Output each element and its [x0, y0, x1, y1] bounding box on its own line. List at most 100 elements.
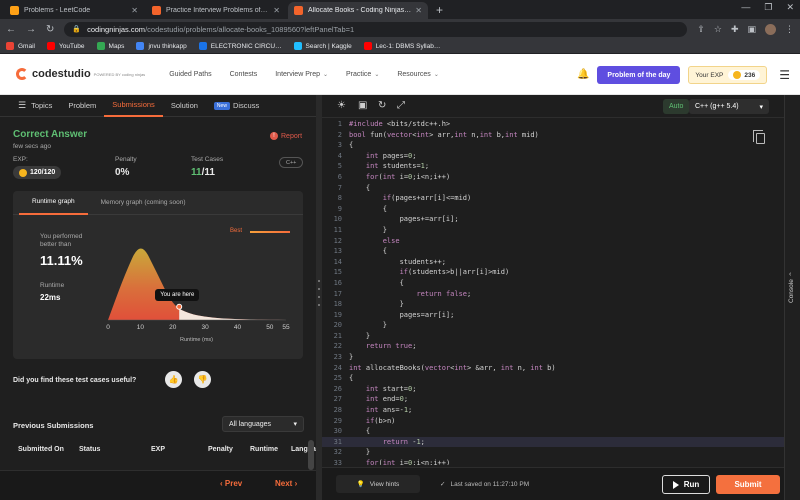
column-header: EXP	[151, 446, 166, 453]
browser-tab[interactable]: Problems - LeetCode ✕	[4, 2, 144, 19]
close-tab-icon[interactable]: ✕	[273, 6, 280, 15]
maximize-icon[interactable]: ❐	[764, 2, 772, 13]
share-icon[interactable]: ⇪	[697, 24, 705, 35]
close-window-icon[interactable]: ✕	[786, 2, 794, 13]
submit-button[interactable]: Submit	[716, 475, 780, 494]
code-line: 21 }	[322, 331, 784, 342]
bookmark-item[interactable]: jnvu thinkapp	[136, 42, 187, 50]
hamburger-menu-icon[interactable]: ☰	[779, 68, 790, 82]
main-menu: Guided Paths Contests Interview Prep ⌄ Pract…	[169, 71, 439, 78]
x-tick-label: 10	[137, 324, 145, 331]
run-button[interactable]: Run	[662, 475, 710, 494]
back-icon[interactable]: ←	[6, 24, 16, 35]
tab-solution[interactable]: Solution	[163, 95, 206, 117]
new-badge: New	[213, 101, 230, 110]
console-label: Console	[788, 279, 795, 303]
language-filter-select[interactable]: All languages ▾	[222, 416, 304, 432]
line-number: 28	[333, 406, 342, 415]
line-number: 7	[337, 183, 342, 192]
line-number: 16	[333, 278, 342, 287]
line-number: 8	[337, 194, 342, 203]
topics-icon: ☰	[18, 100, 27, 110]
bookmark-item[interactable]: Maps	[96, 42, 124, 50]
menu-item[interactable]: Guided Paths	[169, 71, 211, 78]
browser-tab[interactable]: Practice Interview Problems of to… ✕	[146, 2, 286, 19]
codestudio-logo[interactable]: codestudio POWERED BY coding ninjas	[16, 68, 145, 80]
x-tick-label: 0	[106, 324, 110, 331]
close-tab-icon[interactable]: ✕	[131, 6, 138, 15]
check-icon: ✓	[440, 481, 446, 488]
line-number: 11	[333, 225, 342, 234]
codestudio-logo-icon	[16, 68, 28, 80]
tab-submissions[interactable]: Submissions	[104, 95, 163, 117]
code-area[interactable]: 1 #include <bits/stdc++.h> 2 bool fun(vecto…	[322, 119, 784, 465]
next-button[interactable]: Next ›	[275, 479, 297, 488]
fullscreen-icon[interactable]: ⤢	[397, 100, 405, 111]
chevron-down-icon: ⌄	[322, 71, 329, 78]
view-hints-button[interactable]: 💡 View hints	[336, 475, 420, 493]
line-number: 29	[333, 416, 342, 425]
url-path: /codestudio/problems/allocate-books_1089…	[145, 24, 355, 34]
bookmark-item[interactable]: Lec-1: DBMS Syllab…	[363, 42, 440, 50]
profile-avatar[interactable]	[765, 23, 776, 35]
tab-discuss[interactable]: New Discuss	[206, 95, 267, 117]
line-number: 21	[333, 331, 342, 340]
splitter-handle-icon[interactable]	[318, 280, 320, 312]
reload-icon[interactable]: ↻	[46, 24, 54, 35]
best-legend-label: Best	[230, 228, 243, 234]
code-line: 14 students++;	[322, 257, 784, 268]
copy-code-icon[interactable]	[753, 130, 765, 144]
chevron-down-icon: ⌄	[374, 71, 380, 78]
forward-icon[interactable]: →	[26, 24, 36, 35]
window-controls: — ❐ ✕	[741, 2, 794, 13]
menu-item[interactable]: Interview Prep ⌄	[275, 71, 328, 78]
new-tab-icon[interactable]: +	[436, 3, 443, 17]
browser-tab-bar: Problems - LeetCode ✕ Practice Interview P…	[0, 0, 800, 19]
notification-bell-icon[interactable]: 🔔	[577, 69, 589, 81]
left-scrollbar[interactable]	[308, 440, 314, 470]
tab-topics[interactable]: ☰ Topics	[10, 95, 60, 117]
minimize-icon[interactable]: —	[741, 2, 750, 13]
bookmark-item[interactable]: Gmail	[6, 42, 35, 50]
theme-sun-icon[interactable]: ☀	[337, 100, 346, 111]
exp-earned: 120/120	[13, 166, 62, 179]
best-legend-line	[250, 231, 290, 233]
thumbs-up-button[interactable]: 👍	[165, 371, 182, 388]
tab-memory-graph[interactable]: Memory graph (coming soon)	[88, 191, 199, 215]
menu-item[interactable]: Practice ⌄	[346, 71, 379, 78]
code-line: 19 pages=arr[i];	[322, 310, 784, 321]
bookmark-star-icon[interactable]: ☆	[714, 24, 722, 35]
menu-item[interactable]: Contests	[230, 71, 258, 78]
tab-problem[interactable]: Problem	[60, 95, 104, 117]
language-chip: C++	[279, 157, 304, 168]
reset-code-icon[interactable]: ↻	[378, 100, 386, 111]
runtime-value: 22ms	[40, 293, 61, 302]
sidepanel-icon[interactable]: ▣	[747, 24, 756, 35]
thumbs-down-button[interactable]: 👎	[194, 371, 211, 388]
penalty-label: Penalty	[115, 156, 137, 163]
line-number: 5	[337, 162, 342, 171]
extensions-icon[interactable]: ✚	[731, 24, 739, 35]
address-bar[interactable]: 🔒 codingninjas.com/codestudio/problems/a…	[64, 21, 688, 37]
problem-of-the-day-button[interactable]: Problem of the day	[597, 66, 681, 84]
your-exp-badge[interactable]: Your EXP 236	[688, 66, 768, 84]
x-tick-label: 20	[169, 324, 177, 331]
line-number: 9	[337, 204, 342, 213]
browser-menu-icon[interactable]: ⋮	[785, 24, 794, 35]
bookmark-item[interactable]: Search | Kaggle	[293, 42, 352, 50]
close-tab-icon[interactable]: ✕	[415, 6, 422, 15]
browser-tab[interactable]: Allocate Books - Coding Ninjas C… ✕	[288, 2, 428, 19]
console-panel-toggle[interactable]: ‹ Console	[784, 95, 800, 500]
bookmark-item[interactable]: ELECTRONIC CIRCU…	[198, 42, 282, 50]
auto-complete-toggle[interactable]: Auto	[663, 99, 690, 114]
bookmark-item[interactable]: YouTube	[46, 42, 85, 50]
code-line: 4 int pages=0;	[322, 151, 784, 162]
tab-runtime-graph[interactable]: Runtime graph	[19, 191, 88, 215]
save-icon[interactable]: ▣	[358, 100, 367, 111]
menu-item[interactable]: Resources ⌄	[397, 71, 439, 78]
alert-icon: !	[270, 132, 278, 140]
code-line: 2 bool fun(vector<int> arr,int n,int b,in…	[322, 130, 784, 141]
language-select[interactable]: C++ (g++ 5.4) ▾	[689, 99, 769, 114]
prev-button[interactable]: ‹ Prev	[220, 479, 242, 488]
report-button[interactable]: ! Report	[270, 132, 302, 140]
